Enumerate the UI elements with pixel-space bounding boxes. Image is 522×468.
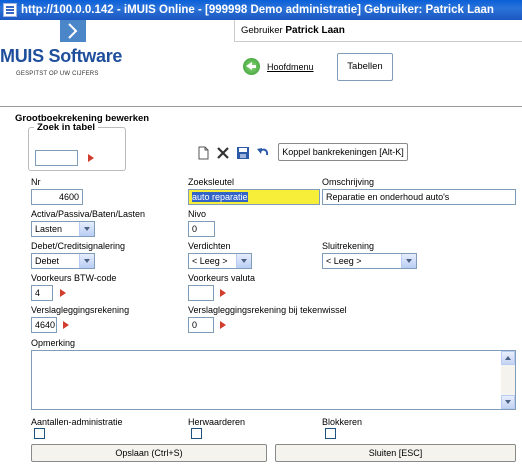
activa-value: Lasten xyxy=(35,224,63,234)
search-input[interactable] xyxy=(35,150,78,166)
sluitrekening-value: < Leeg > xyxy=(326,256,362,266)
verslaglegging-teken-input[interactable]: 0 xyxy=(188,317,214,333)
zoeksleutel-selection: auto reparatie xyxy=(192,192,248,202)
verdichten-label: Verdichten xyxy=(188,241,231,251)
home-menu-label[interactable]: Hoofdmenu xyxy=(267,56,314,78)
logo-arrow-icon xyxy=(60,20,86,42)
valuta-lookup-icon[interactable] xyxy=(218,288,228,298)
aantallen-label: Aantallen-administratie xyxy=(31,417,123,427)
opmerking-textarea[interactable] xyxy=(31,350,516,410)
nivo-label: Nivo xyxy=(188,209,207,219)
chevron-down-icon[interactable] xyxy=(236,254,251,268)
delete-icon[interactable] xyxy=(216,146,230,160)
opmerking-label: Opmerking xyxy=(31,338,76,348)
app-icon xyxy=(3,3,17,17)
scroll-down-icon[interactable] xyxy=(501,395,515,409)
blokkeren-label: Blokkeren xyxy=(322,417,363,427)
debet-credit-select[interactable]: Debet xyxy=(31,253,95,269)
zoeksleutel-input[interactable]: auto reparatie xyxy=(188,189,320,205)
valuta-label: Voorkeurs valuta xyxy=(188,273,256,283)
sluitrekening-label: Sluitrekening xyxy=(322,241,375,251)
header: MUIS Software GESPITST OP UW CIJFERS Geb… xyxy=(0,20,522,106)
form-panel: Grootboekrekening bewerken Zoek in tabel… xyxy=(0,106,522,468)
search-lookup-icon[interactable] xyxy=(86,153,96,163)
omschrijving-input[interactable]: Reparatie en onderhoud auto's xyxy=(322,189,516,205)
close-button[interactable]: Sluiten [ESC] xyxy=(275,444,516,462)
debet-credit-label: Debet/Creditsignalering xyxy=(31,241,126,251)
back-arrow-icon[interactable] xyxy=(243,58,260,75)
aantallen-checkbox[interactable] xyxy=(34,428,45,439)
scroll-up-icon[interactable] xyxy=(501,351,515,365)
search-group: Zoek in tabel xyxy=(28,122,126,171)
omschrijving-label: Omschrijving xyxy=(322,177,375,187)
herwaarderen-checkbox[interactable] xyxy=(191,428,202,439)
blokkeren-checkbox[interactable] xyxy=(325,428,336,439)
opmerking-scrollbar[interactable] xyxy=(501,351,515,409)
new-document-icon[interactable] xyxy=(196,146,210,160)
valuta-input[interactable] xyxy=(188,285,214,301)
chevron-down-icon[interactable] xyxy=(79,222,94,236)
verslaglegging-input[interactable]: 4640 xyxy=(31,317,57,333)
nr-label: Nr xyxy=(31,177,41,187)
verslaglegging-label: Verslagleggingsrekening xyxy=(31,305,130,315)
logo-text: MUIS Software xyxy=(0,46,123,66)
user-name: Patrick Laan xyxy=(285,25,345,36)
btw-code-label: Voorkeurs BTW-code xyxy=(31,273,117,283)
chevron-down-icon[interactable] xyxy=(79,254,94,268)
undo-icon[interactable] xyxy=(256,146,270,160)
debet-credit-value: Debet xyxy=(35,256,60,266)
nr-input[interactable]: 4600 xyxy=(31,189,83,205)
window-title-bar: http://100.0.0.142 - iMUIS Online - [999… xyxy=(0,0,522,20)
verdichten-value: < Leeg > xyxy=(192,256,228,266)
search-legend: Zoek in tabel xyxy=(34,122,99,133)
btw-code-input[interactable]: 4 xyxy=(31,285,53,301)
zoeksleutel-label: Zoeksleutel xyxy=(188,177,235,187)
herwaarderen-label: Herwaarderen xyxy=(188,417,246,427)
user-bar: Gebruiker Patrick Laan xyxy=(234,20,522,42)
sluitrekening-select[interactable]: < Leeg > xyxy=(322,253,417,269)
tables-button[interactable]: Tabellen xyxy=(337,53,393,81)
logo-tagline: GESPITST OP UW CIJFERS xyxy=(16,71,99,77)
activa-label: Activa/Passiva/Baten/Lasten xyxy=(31,209,146,219)
user-label: Gebruiker xyxy=(241,25,283,36)
verdichten-select[interactable]: < Leeg > xyxy=(188,253,252,269)
activa-select[interactable]: Lasten xyxy=(31,221,95,237)
verslaglegging-teken-lookup-icon[interactable] xyxy=(218,320,228,330)
btw-lookup-icon[interactable] xyxy=(58,288,68,298)
verslaglegging-teken-label: Verslagleggingsrekening bij tekenwissel xyxy=(188,305,347,315)
verslaglegging-lookup-icon[interactable] xyxy=(61,320,71,330)
save-disk-icon[interactable] xyxy=(236,146,250,160)
home-menu-button[interactable]: Hoofdmenu xyxy=(243,56,333,78)
window-title: http://100.0.0.142 - iMUIS Online - [999… xyxy=(21,4,494,16)
link-bank-accounts-button[interactable]: Koppel bankrekeningen [Alt-K] xyxy=(278,143,408,161)
chevron-down-icon[interactable] xyxy=(401,254,416,268)
nivo-input[interactable]: 0 xyxy=(188,221,215,237)
save-button[interactable]: Opslaan (Ctrl+S) xyxy=(31,444,267,462)
